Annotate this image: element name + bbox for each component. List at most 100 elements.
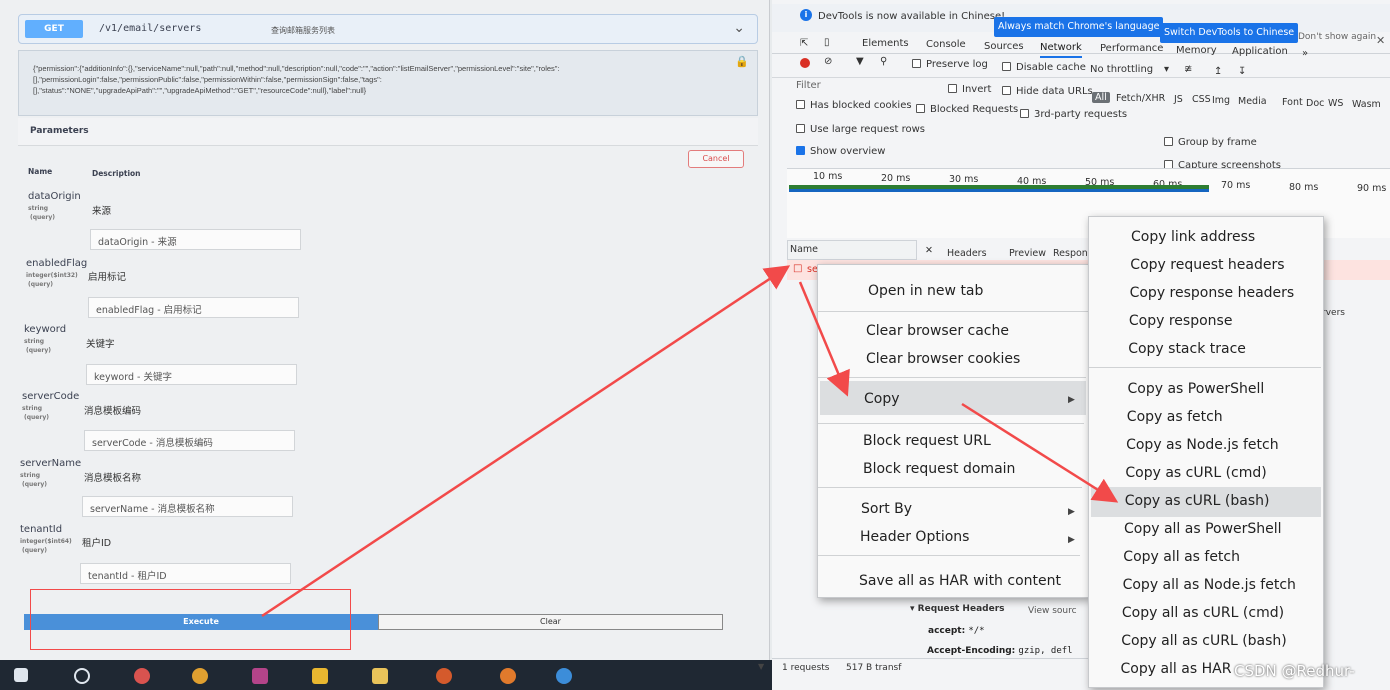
tab-performance[interactable]: Performance [1100, 43, 1163, 54]
search-icon[interactable]: ⚲ [880, 56, 887, 67]
os-taskbar [0, 660, 780, 690]
menu-item-block-request-url[interactable]: Block request URL [863, 433, 991, 449]
submenu-item-copy-as-powershell[interactable]: Copy as PowerShell [1128, 381, 1265, 397]
header-key: Accept-Encoding: [927, 646, 1019, 656]
submenu-item-copy-response-headers[interactable]: Copy response headers [1130, 285, 1295, 301]
type-filter-doc[interactable]: Doc [1306, 98, 1324, 109]
param-type: string [24, 338, 45, 345]
type-filter-css[interactable]: CSS [1192, 94, 1211, 105]
param-input[interactable]: dataOrigin - 来源 [90, 229, 301, 250]
large-rows-checkbox[interactable]: Use large request rows [796, 124, 925, 135]
wifi-icon[interactable]: ≇ [1184, 64, 1192, 75]
download-icon[interactable]: ↧ [1238, 66, 1246, 77]
invert-checkbox[interactable]: Invert [948, 84, 991, 95]
group-by-frame-checkbox[interactable]: Group by frame [1164, 137, 1257, 148]
filter-input[interactable]: Filter [796, 80, 821, 91]
menu-item-save-all-as-har-with-content[interactable]: Save all as HAR with content [859, 573, 1061, 589]
operation-header[interactable]: GET /v1/email/servers 查询邮箱服务列表 ⌄ [18, 14, 758, 44]
submenu-item-copy-as-curl-cmd[interactable]: Copy as cURL (cmd) [1125, 465, 1266, 481]
view-source-link[interactable]: View sourc [1028, 606, 1077, 616]
submenu-item-copy-all-as-powershell[interactable]: Copy all as PowerShell [1124, 521, 1282, 537]
inspect-icon[interactable]: ⇱ [800, 38, 808, 49]
tab-elements[interactable]: Elements [862, 38, 909, 49]
photo-scene: GET /v1/email/servers 查询邮箱服务列表 ⌄ {"permi… [0, 0, 1390, 690]
hide-data-urls-checkbox[interactable]: Hide data URLs [1002, 86, 1093, 97]
windows-start-icon[interactable] [14, 668, 28, 682]
blocked-cookies-checkbox[interactable]: Has blocked cookies [796, 100, 912, 111]
filter-icon[interactable]: ▼ [856, 56, 864, 67]
param-type: string [20, 472, 41, 479]
menu-item-open-in-new-tab[interactable]: Open in new tab [868, 283, 983, 299]
param-input[interactable]: serverCode - 消息模板编码 [84, 430, 295, 451]
show-overview-checkbox[interactable]: Show overview [796, 146, 886, 157]
menu-item-clear-browser-cache[interactable]: Clear browser cache [866, 323, 1009, 339]
submenu-item-copy-all-as-fetch[interactable]: Copy all as fetch [1123, 549, 1240, 565]
close-icon[interactable]: ✕ [925, 245, 933, 256]
param-input[interactable]: serverName - 消息模板名称 [82, 496, 293, 517]
type-filter-ws[interactable]: WS [1328, 98, 1343, 109]
chevron-down-icon[interactable]: ▾ [1164, 64, 1169, 75]
search-icon[interactable] [74, 668, 90, 684]
menu-item-copy[interactable]: Copy [864, 391, 900, 407]
type-filter-img[interactable]: Img [1212, 95, 1230, 106]
type-filter-media[interactable]: Media [1238, 96, 1267, 107]
tab-headers[interactable]: Headers [947, 248, 987, 259]
submenu-item-copy-all-as-curl-bash[interactable]: Copy all as cURL (bash) [1121, 633, 1287, 649]
type-filter-wasm[interactable]: Wasm [1352, 99, 1381, 110]
submenu-item-copy-link-address[interactable]: Copy link address [1131, 229, 1255, 245]
submenu-item-copy-all-as-node-js-fetch[interactable]: Copy all as Node.js fetch [1123, 577, 1296, 593]
param-input[interactable]: enabledFlag - 启用标记 [88, 297, 299, 318]
clear-button[interactable]: Clear [378, 614, 723, 630]
menu-item-sort-by[interactable]: Sort By [861, 501, 912, 517]
app-icon[interactable] [252, 668, 268, 684]
tab-response[interactable]: Respon [1053, 248, 1088, 259]
type-filter-font[interactable]: Font [1282, 97, 1303, 108]
request-headers-title[interactable]: ▾ Request Headers [910, 604, 1005, 614]
throttling-select[interactable]: No throttling [1090, 64, 1153, 75]
submenu-item-copy-response[interactable]: Copy response [1129, 313, 1233, 329]
chrome-icon[interactable] [192, 668, 208, 684]
type-filter-fetchxhr[interactable]: Fetch/XHR [1116, 93, 1165, 104]
submenu-item-copy-as-curl-bash[interactable]: Copy as cURL (bash) [1125, 493, 1270, 509]
param-name: tenantId [20, 524, 63, 535]
submenu-item-copy-as-fetch[interactable]: Copy as fetch [1127, 409, 1223, 425]
menu-item-block-request-domain[interactable]: Block request domain [863, 461, 1015, 477]
menu-item-header-options[interactable]: Header Options [860, 529, 969, 545]
submenu-item-copy-as-node-js-fetch[interactable]: Copy as Node.js fetch [1126, 437, 1279, 453]
menu-item-clear-browser-cookies[interactable]: Clear browser cookies [866, 351, 1020, 367]
tab-sources[interactable]: Sources [984, 41, 1024, 52]
blocked-requests-checkbox[interactable]: Blocked Requests [916, 104, 1018, 115]
submenu-item-copy-all-as-curl-cmd[interactable]: Copy all as cURL (cmd) [1122, 605, 1284, 621]
device-toolbar-icon[interactable]: ▯ [824, 37, 830, 48]
swagger-panel: GET /v1/email/servers 查询邮箱服务列表 ⌄ {"permi… [0, 0, 770, 660]
cancel-button[interactable]: Cancel [688, 150, 744, 168]
app-icon[interactable] [436, 668, 452, 684]
app-icon[interactable] [134, 668, 150, 684]
name-column-header[interactable]: Name [787, 240, 917, 260]
submenu-item-copy-all-as-har[interactable]: Copy all as HAR [1121, 661, 1232, 677]
menu-separator [1089, 367, 1321, 368]
preserve-log-checkbox[interactable]: Preserve log [912, 59, 988, 70]
disable-cache-checkbox[interactable]: Disable cache [1002, 62, 1086, 73]
app-icon[interactable] [556, 668, 572, 684]
scroll-down-icon[interactable]: ▼ [758, 662, 764, 671]
third-party-checkbox[interactable]: 3rd-party requests [1020, 109, 1127, 120]
submenu-item-copy-request-headers[interactable]: Copy request headers [1130, 257, 1284, 273]
param-input[interactable]: tenantId - 租户ID [80, 563, 291, 584]
param-input[interactable]: keyword - 关键字 [86, 364, 297, 385]
param-description: 消息模板名称 [84, 473, 142, 484]
chevron-down-icon[interactable]: ⌄ [733, 20, 745, 36]
type-filter-all[interactable]: All [1092, 92, 1110, 103]
submenu-item-copy-stack-trace[interactable]: Copy stack trace [1128, 341, 1246, 357]
app-icon[interactable] [500, 668, 516, 684]
tab-console[interactable]: Console [926, 39, 966, 50]
folder-icon[interactable] [312, 668, 328, 684]
tab-preview[interactable]: Preview [1009, 248, 1046, 259]
record-icon[interactable] [800, 58, 810, 68]
folder-icon[interactable] [372, 668, 388, 684]
type-filter-js[interactable]: JS [1174, 94, 1183, 105]
menu-separator [818, 487, 1082, 488]
lock-icon[interactable]: 🔒 [735, 55, 749, 68]
upload-icon[interactable]: ↥ [1214, 66, 1222, 77]
clear-icon[interactable]: ⊘ [824, 56, 832, 67]
